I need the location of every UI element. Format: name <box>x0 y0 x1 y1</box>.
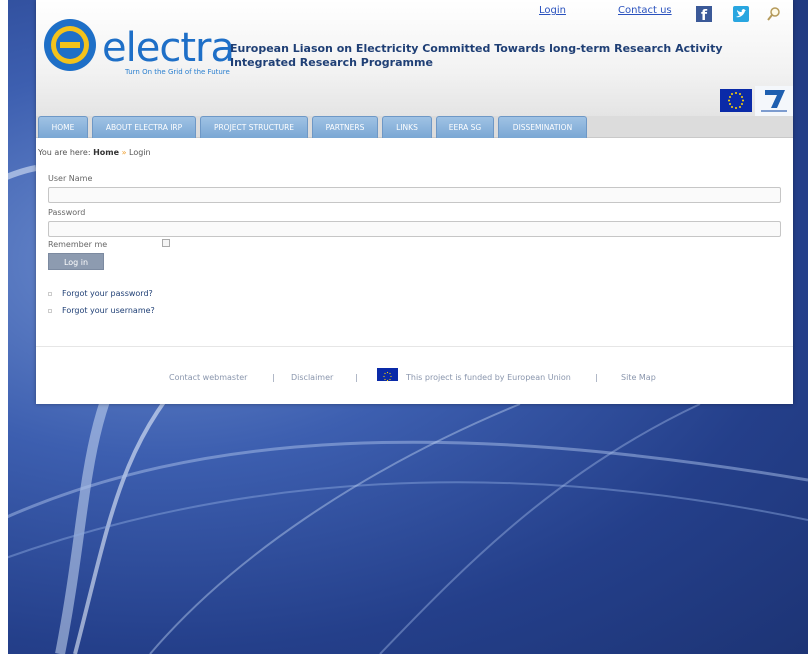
login-button[interactable]: Log in <box>48 253 104 270</box>
main-nav: HOME ABOUT ELECTRA IRP PROJECT STRUCTURE… <box>36 116 793 138</box>
eu-flag-icon <box>720 89 752 112</box>
breadcrumb-prefix: You are here: <box>38 148 91 157</box>
logo-text: electra <box>102 25 235 71</box>
twitter-icon[interactable] <box>733 6 749 22</box>
remember-me-label: Remember me <box>48 240 108 249</box>
left-edge-strip <box>0 0 8 654</box>
bullet-icon <box>48 292 52 296</box>
search-icon[interactable] <box>766 6 782 22</box>
facebook-icon[interactable]: f <box>696 6 712 24</box>
project-title-line1: European Liason on Electricity Committed… <box>230 42 723 55</box>
project-title: European Liason on Electricity Committed… <box>230 42 723 70</box>
nav-about[interactable]: ABOUT ELECTRA IRP <box>92 116 196 138</box>
bullet-icon <box>48 309 52 313</box>
footer-separator: | <box>272 373 275 382</box>
site-map-link[interactable]: Site Map <box>621 373 656 382</box>
footer-divider <box>36 346 793 347</box>
contact-link[interactable]: Contact us <box>618 5 672 16</box>
nav-project-structure[interactable]: PROJECT STRUCTURE <box>200 116 308 138</box>
electra-logo-icon <box>44 19 96 71</box>
breadcrumb-separator: » <box>121 148 127 157</box>
nav-home[interactable]: HOME <box>38 116 88 138</box>
nav-eera-sg[interactable]: EERA SG <box>436 116 494 138</box>
nav-dissemination[interactable]: DISSEMINATION <box>498 116 587 138</box>
login-link[interactable]: Login <box>539 5 566 16</box>
breadcrumb-home[interactable]: Home <box>93 148 119 157</box>
site-header: electra Turn On the Grid of the Future E… <box>36 0 793 120</box>
project-title-line2: Integrated Research Programme <box>230 56 433 69</box>
tagline: Turn On the Grid of the Future <box>125 68 230 76</box>
footer-separator: | <box>595 373 598 382</box>
funded-text: This project is funded by European Union <box>406 373 571 382</box>
breadcrumb-current: Login <box>129 148 151 157</box>
forgot-password-link[interactable]: Forgot your password? <box>62 289 153 298</box>
svg-text:f: f <box>701 8 708 22</box>
password-label: Password <box>48 208 86 217</box>
breadcrumb: You are here: Home » Login <box>38 148 151 157</box>
electra-logo[interactable]: electra Turn On the Grid of the Future <box>40 18 240 76</box>
contact-webmaster-link[interactable]: Contact webmaster <box>169 373 247 382</box>
disclaimer-link[interactable]: Disclaimer <box>291 373 333 382</box>
nav-links[interactable]: LINKS <box>382 116 432 138</box>
footer-separator: | <box>355 373 358 382</box>
page-container: electra Turn On the Grid of the Future E… <box>36 0 793 404</box>
username-input[interactable] <box>48 187 781 203</box>
eu-flag-icon <box>377 368 398 382</box>
forgot-username-link[interactable]: Forgot your username? <box>62 306 155 315</box>
username-label: User Name <box>48 174 93 183</box>
password-input[interactable] <box>48 221 781 237</box>
fp7-logo-icon <box>755 86 793 116</box>
nav-partners[interactable]: PARTNERS <box>312 116 378 138</box>
remember-me-checkbox[interactable] <box>162 239 170 247</box>
